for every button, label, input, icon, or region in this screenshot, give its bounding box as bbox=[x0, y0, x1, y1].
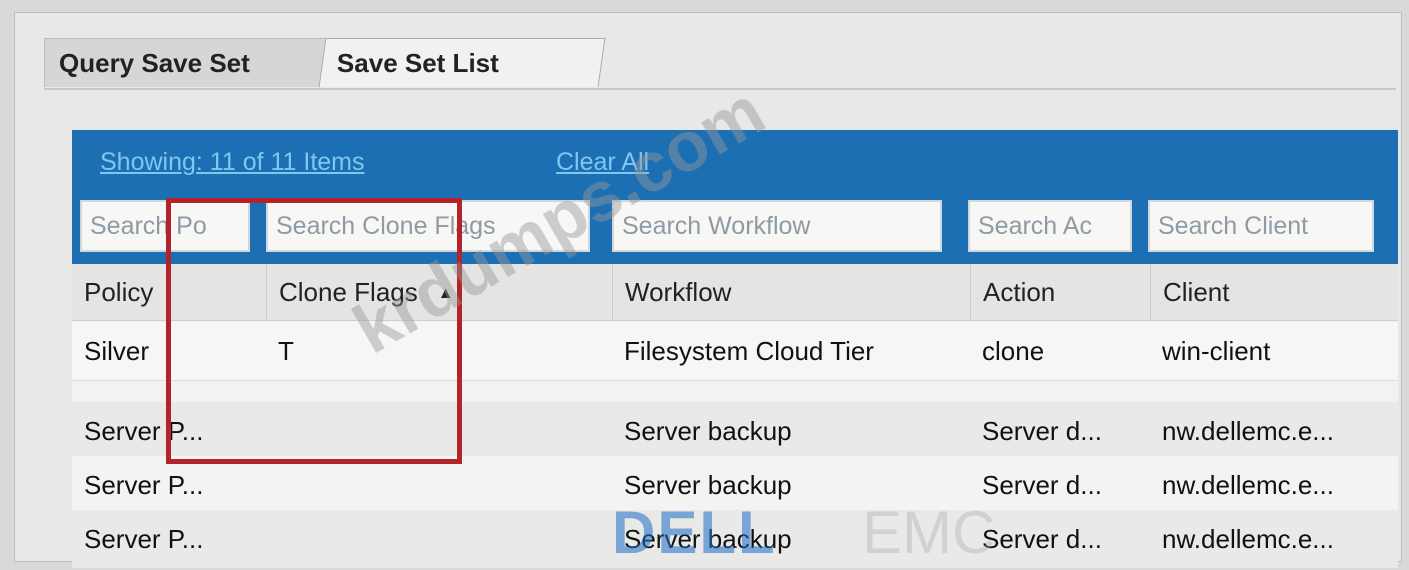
cell-action: Server d... bbox=[982, 524, 1102, 554]
column-header-clone-flags-label: Clone Flags bbox=[279, 277, 418, 307]
cell-policy: Server P... bbox=[84, 470, 204, 500]
search-workflow-input[interactable]: Search Workflow bbox=[612, 200, 942, 252]
cell-client: nw.dellemc.e... bbox=[1162, 470, 1334, 500]
cell-clone-flags: T bbox=[278, 336, 294, 366]
search-clone-flags-input[interactable]: Search Clone Flags bbox=[266, 200, 590, 252]
cell-workflow: Server backup bbox=[624, 416, 792, 446]
cell-action: Server d... bbox=[982, 416, 1102, 446]
column-header-workflow[interactable]: Workflow bbox=[612, 264, 970, 320]
column-header-policy[interactable]: Policy bbox=[72, 264, 266, 320]
sort-ascending-icon: ▲ bbox=[437, 285, 454, 303]
column-header-action[interactable]: Action bbox=[970, 264, 1150, 320]
cell-workflow: Server backup bbox=[624, 524, 792, 554]
search-policy-input[interactable]: Search Po bbox=[80, 200, 250, 252]
cell-policy: Server P... bbox=[84, 524, 204, 554]
tab-save-set-list-label: Save Set List bbox=[336, 48, 499, 78]
clear-all-link[interactable]: Clear All bbox=[556, 148, 649, 177]
tab-save-set-list[interactable]: Save Set List bbox=[318, 38, 606, 87]
search-action-input[interactable]: Search Ac bbox=[968, 200, 1132, 252]
filter-bar: Showing: 11 of 11 Items Clear All Search… bbox=[72, 130, 1398, 264]
column-header-client[interactable]: Client bbox=[1150, 264, 1398, 320]
cell-workflow: Server backup bbox=[624, 470, 792, 500]
table-header: Policy Clone Flags ▲ Workflow Action Clie… bbox=[72, 264, 1398, 321]
cell-workflow: Filesystem Cloud Tier bbox=[624, 336, 874, 366]
table-row[interactable]: Silver T Filesystem Cloud Tier clone win… bbox=[72, 322, 1398, 381]
cell-policy: Silver bbox=[84, 336, 150, 366]
cell-client: nw.dellemc.e... bbox=[1162, 524, 1334, 554]
cell-client: nw.dellemc.e... bbox=[1162, 416, 1334, 446]
cell-clone-flags bbox=[266, 402, 612, 460]
table-row[interactable]: Server P... Server backup Server d... nw… bbox=[72, 402, 1398, 461]
cell-policy: Server P... bbox=[84, 416, 204, 446]
cell-clone-flags bbox=[266, 510, 612, 568]
cell-client: win-client bbox=[1162, 336, 1271, 366]
table-row[interactable]: Server P... Server backup Server d... nw… bbox=[72, 456, 1398, 515]
cell-action: clone bbox=[982, 336, 1045, 366]
column-header-clone-flags[interactable]: Clone Flags ▲ bbox=[266, 264, 612, 320]
table-row[interactable]: Server P... Server backup Server d... nw… bbox=[72, 510, 1398, 569]
cell-action: Server d... bbox=[982, 470, 1102, 500]
search-client-input[interactable]: Search Client bbox=[1148, 200, 1374, 252]
save-set-list-panel: Showing: 11 of 11 Items Clear All Search… bbox=[72, 130, 1398, 569]
cell-clone-flags bbox=[266, 456, 612, 514]
showing-count-link[interactable]: Showing: 11 of 11 Items bbox=[100, 148, 365, 177]
tab-strip: Query Save Set Save Set List bbox=[44, 38, 1396, 90]
tab-query-save-set[interactable]: Query Save Set bbox=[44, 38, 334, 87]
